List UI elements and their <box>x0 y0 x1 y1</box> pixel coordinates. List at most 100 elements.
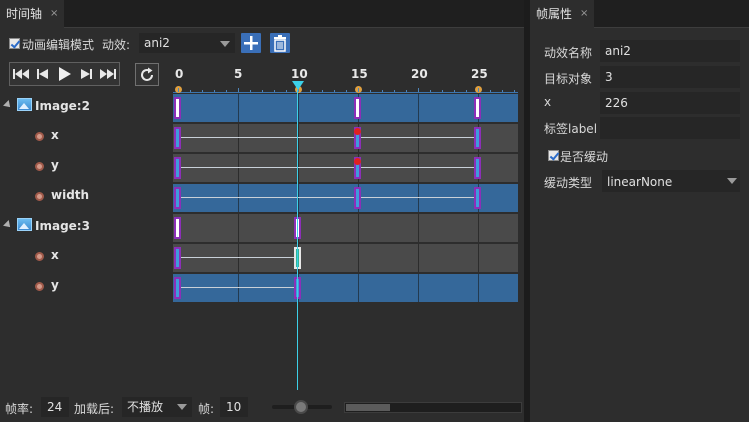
ruler-tick <box>202 90 203 92</box>
track-grid-line <box>418 244 419 272</box>
keyframe-marker[interactable] <box>174 217 181 239</box>
tween-line <box>178 137 478 138</box>
track-image2-y[interactable] <box>173 154 518 182</box>
ruler-label-20: 20 <box>411 67 428 81</box>
tree-prop-x[interactable]: x <box>0 122 172 150</box>
track-image2[interactable] <box>173 94 518 122</box>
keyframe-marker[interactable] <box>174 187 181 209</box>
keyframe-marker[interactable] <box>174 277 181 299</box>
track-grid-line <box>418 274 419 302</box>
effect-name-field[interactable]: ani2 <box>600 40 740 62</box>
track-grid-line <box>298 184 299 212</box>
tree-prop-label: width <box>51 188 90 202</box>
tree-prop-y[interactable]: y <box>0 152 172 180</box>
after-load-caret-icon[interactable] <box>177 404 187 410</box>
effect-name-label: 动效名称 <box>544 46 593 60</box>
ruler-tick <box>310 90 311 92</box>
tree-node-image2[interactable]: Image:2 <box>0 92 172 120</box>
ruler-tick <box>442 90 443 92</box>
track-image2-width[interactable] <box>173 184 518 212</box>
ruler-tick <box>382 90 383 92</box>
last-frame-button[interactable] <box>97 63 119 85</box>
keyframe-marker[interactable] <box>474 127 481 149</box>
keyframe-marker[interactable] <box>474 97 481 119</box>
keyframe-marker[interactable] <box>174 247 181 269</box>
frame-ruler[interactable]: 0 5 10 15 20 25 <box>173 60 518 93</box>
ruler-tick <box>190 90 191 92</box>
track-grid-line <box>358 244 359 272</box>
play-button[interactable] <box>54 63 76 85</box>
property-dot-icon <box>35 132 44 141</box>
tree-prop-width[interactable]: width <box>0 182 172 210</box>
ruler-tick <box>238 88 239 92</box>
tween-line <box>178 257 298 258</box>
tree-prop-x[interactable]: x <box>0 242 172 270</box>
property-dot-icon <box>35 282 44 291</box>
keyframe-marker[interactable] <box>174 127 181 149</box>
track-grid-line <box>418 154 419 182</box>
next-frame-button[interactable] <box>75 63 97 85</box>
collapse-arrow-icon[interactable] <box>3 220 13 230</box>
tab-frame-properties[interactable]: 帧属性 × <box>530 0 595 29</box>
fps-label: 帧率: <box>5 402 34 416</box>
tag-label-field[interactable] <box>600 117 740 139</box>
ruler-tick <box>418 88 419 92</box>
track-image3-y[interactable] <box>173 274 518 302</box>
step-forward-icon <box>81 69 93 79</box>
ease-type-select[interactable]: linearNone <box>602 170 740 192</box>
track-image3[interactable] <box>173 214 518 242</box>
frame-input[interactable]: 10 <box>220 397 248 417</box>
ruler-tick <box>274 90 275 92</box>
tree-node-label: Image:3 <box>35 219 90 233</box>
tree-node-image3[interactable]: Image:3 <box>0 212 172 240</box>
ruler-label-25: 25 <box>471 67 488 81</box>
target-object-field[interactable]: 3 <box>600 66 740 88</box>
keyframe-marker[interactable] <box>354 97 361 119</box>
keyframe-marker[interactable] <box>174 157 181 179</box>
ruler-label-0: 0 <box>175 67 184 81</box>
tab-timeline-close-icon[interactable]: × <box>50 0 58 29</box>
ruler-tick <box>454 90 455 92</box>
effect-select-value: ani2 <box>144 36 170 50</box>
play-icon <box>59 67 72 81</box>
keyframe-marker[interactable] <box>474 157 481 179</box>
tab-timeline[interactable]: 时间轴 × <box>0 0 65 29</box>
collapse-arrow-icon[interactable] <box>3 100 13 110</box>
track-image3-x[interactable] <box>173 244 518 272</box>
after-load-select-value: 不播放 <box>127 400 164 414</box>
track-image2-x[interactable] <box>173 124 518 152</box>
first-frame-button[interactable] <box>10 63 32 85</box>
plus-icon <box>244 36 258 50</box>
after-load-label: 加载后: <box>74 402 115 416</box>
tab-frame-properties-label: 帧属性 <box>536 7 573 21</box>
track-grid-line <box>478 214 479 242</box>
x-value-field[interactable]: 226 <box>600 92 740 114</box>
track-grid-line <box>418 124 419 152</box>
hscrollbar-thumb[interactable] <box>346 404 390 411</box>
keyframe-marker[interactable] <box>354 187 361 209</box>
add-effect-button[interactable] <box>241 33 261 53</box>
zoom-slider-knob[interactable] <box>294 400 308 414</box>
track-grid-line <box>298 154 299 182</box>
delete-effect-button[interactable] <box>270 33 290 53</box>
playhead-line[interactable] <box>297 90 298 390</box>
loop-icon <box>141 67 153 81</box>
fps-input[interactable]: 24 <box>41 397 69 417</box>
frame-props-tabbar: 帧属性 × <box>530 0 749 28</box>
ease-checkbox[interactable] <box>548 150 559 161</box>
ease-type-caret-icon[interactable] <box>727 178 737 184</box>
loop-button[interactable] <box>135 63 159 86</box>
keyframe-marker[interactable] <box>174 97 181 119</box>
tree-prop-y[interactable]: y <box>0 272 172 300</box>
track-grid-line <box>478 244 479 272</box>
timeline-hscrollbar[interactable] <box>344 402 522 413</box>
tab-frame-properties-close-icon[interactable]: × <box>580 0 588 29</box>
keyframe-marker[interactable] <box>474 187 481 209</box>
edit-mode-label: 动画编辑模式 <box>22 38 95 52</box>
tween-line <box>178 167 478 168</box>
edit-mode-checkbox[interactable] <box>9 38 20 49</box>
playhead-handle-icon[interactable] <box>292 81 304 90</box>
track-grid-line <box>238 154 239 182</box>
prev-frame-button[interactable] <box>32 63 54 85</box>
effect-select-caret-icon[interactable] <box>220 41 230 47</box>
